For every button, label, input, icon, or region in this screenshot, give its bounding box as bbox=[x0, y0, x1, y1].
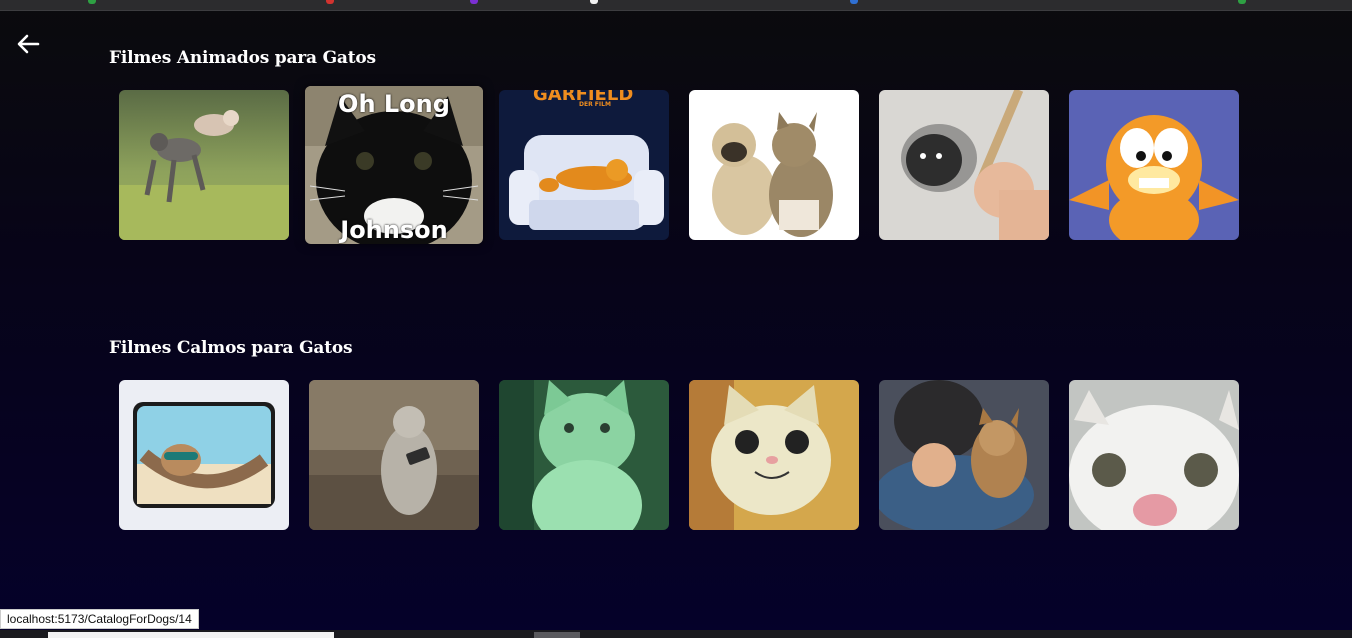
movie-poster-image bbox=[309, 380, 479, 530]
movie-card[interactable]: GARFIELD DER FILM bbox=[499, 90, 669, 240]
movie-poster-image bbox=[879, 380, 1049, 530]
taskbar-item[interactable] bbox=[534, 632, 580, 638]
section-title-animated: Filmes Animados para Gatos bbox=[109, 48, 376, 68]
tab-favicon bbox=[850, 0, 858, 4]
taskbar-item[interactable] bbox=[48, 632, 334, 638]
taskbar-strip bbox=[0, 630, 1352, 638]
movie-row-animated: Oh Long Johnson GARFIELD DER FILM bbox=[119, 86, 1239, 244]
tab-favicon bbox=[88, 0, 96, 4]
movie-poster-image bbox=[879, 90, 1049, 240]
tab-favicon bbox=[590, 0, 598, 4]
movie-row-calm bbox=[119, 380, 1239, 530]
movie-poster-image bbox=[689, 380, 859, 530]
poster-caption-top: Oh Long bbox=[338, 90, 450, 118]
movie-card[interactable] bbox=[1069, 380, 1239, 530]
movie-poster-image bbox=[689, 90, 859, 240]
section-title-calm: Filmes Calmos para Gatos bbox=[109, 338, 353, 358]
movie-poster-image bbox=[1069, 380, 1239, 530]
movie-card[interactable] bbox=[1069, 90, 1239, 240]
tab-favicon bbox=[326, 0, 334, 4]
status-bar-url: localhost:5173/CatalogForDogs/14 bbox=[0, 609, 199, 629]
movie-card[interactable] bbox=[689, 90, 859, 240]
movie-poster-image bbox=[119, 90, 289, 240]
movie-card[interactable] bbox=[119, 90, 289, 240]
movie-card[interactable] bbox=[309, 380, 479, 530]
movie-card[interactable] bbox=[499, 380, 669, 530]
movie-card[interactable] bbox=[119, 380, 289, 530]
movie-poster-image bbox=[499, 380, 669, 530]
movie-card[interactable]: Oh Long Johnson bbox=[305, 86, 483, 244]
movie-poster-image bbox=[499, 90, 669, 240]
arrow-left-icon bbox=[17, 34, 40, 54]
tab-favicon bbox=[470, 0, 478, 4]
movie-card[interactable] bbox=[689, 380, 859, 530]
tab-favicon bbox=[1238, 0, 1246, 4]
poster-caption-sub: DER FILM bbox=[579, 101, 611, 108]
poster-caption-bottom: Johnson bbox=[340, 216, 448, 244]
back-button[interactable] bbox=[14, 31, 44, 57]
movie-card[interactable] bbox=[879, 90, 1049, 240]
browser-tab-strip bbox=[0, 0, 1352, 11]
movie-poster-image bbox=[1069, 90, 1239, 240]
movie-poster-image bbox=[119, 380, 289, 530]
movie-card[interactable] bbox=[879, 380, 1049, 530]
